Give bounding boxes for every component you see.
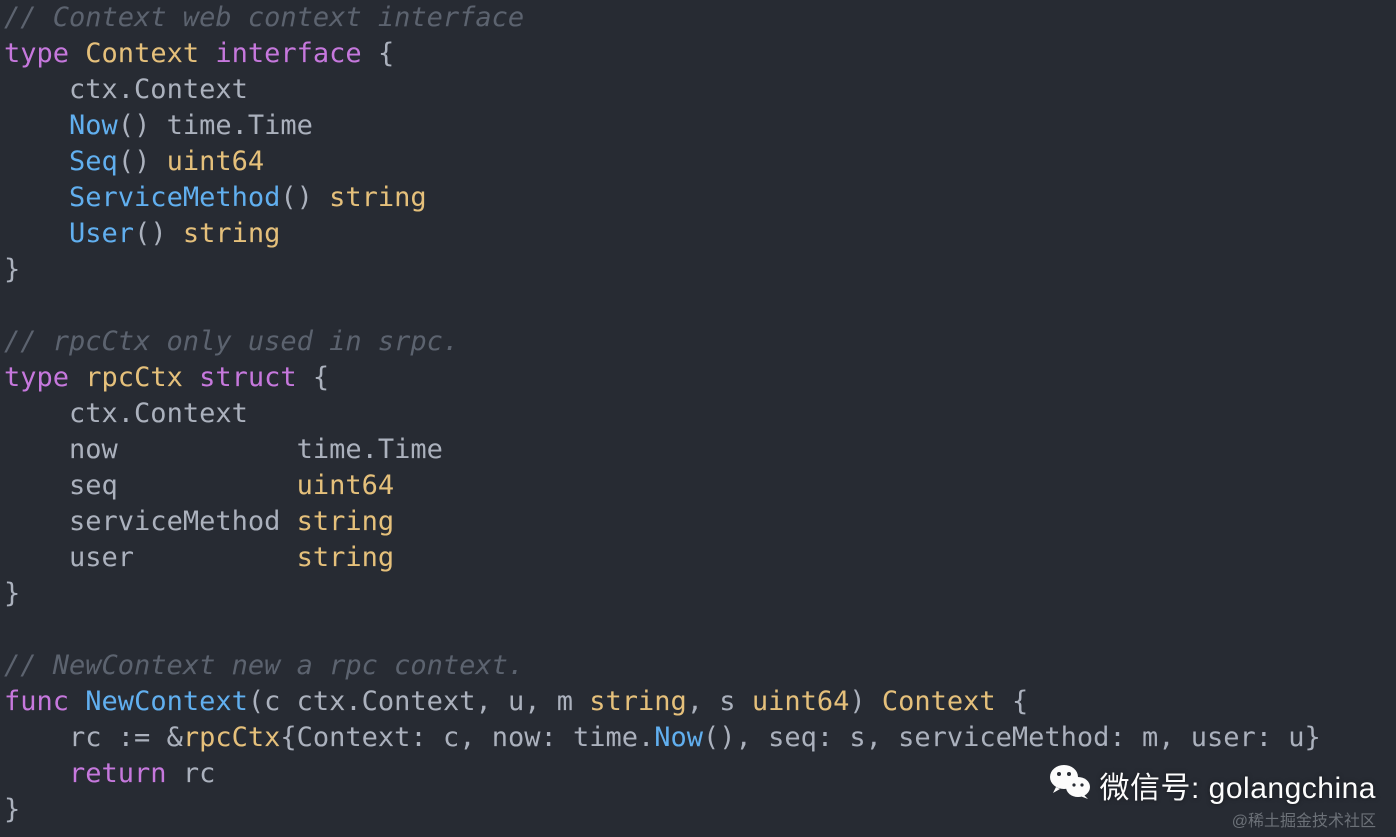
code-block: // Context web context interface type Co… [0,0,1396,828]
code-pad [118,470,297,501]
code-pad [280,506,296,537]
code-comment: // NewContext new a rpc context. [4,650,524,681]
code-brace: } [4,254,20,285]
code-parens: () [118,146,151,177]
code-method: Now [69,110,118,141]
code-indent [4,110,69,141]
code-identifier: rpcCtx [85,362,183,393]
code-brace: { [1012,686,1028,717]
code-brace: } [4,794,20,825]
code-pad [118,434,297,465]
code-indent [4,542,69,573]
code-var: rc [69,722,102,753]
code-keyword: struct [199,362,297,393]
code-type: string [329,182,427,213]
code-sig: , u, m [475,686,589,717]
code-sig: ) [849,686,882,717]
code-type: string [297,506,395,537]
code-keyword: type [4,362,69,393]
code-func-name: NewContext [85,686,248,717]
code-parens: () [118,110,151,141]
code-parens: () [134,218,167,249]
code-indent [4,146,69,177]
code-keyword: return [69,758,167,789]
code-comment: // rpcCtx only used in srpc. [4,326,459,357]
code-keyword: type [4,38,69,69]
code-indent [4,470,69,501]
code-field: now [69,434,118,465]
code-type: time.Time [297,434,443,465]
code-method: User [69,218,134,249]
code-field: serviceMethod [69,506,280,537]
code-sig: (c [248,686,297,717]
code-sig: , s [687,686,752,717]
code-type: uint64 [752,686,850,717]
code-keyword: interface [215,38,361,69]
code-indent [4,74,69,105]
code-field: seq [69,470,118,501]
code-type: time.Time [167,110,313,141]
code-type: uint64 [297,470,395,501]
code-field: user [69,542,134,573]
code-method: ServiceMethod [69,182,280,213]
code-brace: { [378,38,394,69]
code-indent [4,722,69,753]
code-call: Now [654,722,703,753]
code-return-type: Context [882,686,996,717]
code-identifier: rpcCtx [183,722,281,753]
code-op: := [102,722,167,753]
code-type: string [183,218,281,249]
code-method: Seq [69,146,118,177]
code-op: & [167,722,183,753]
juejin-watermark: @稀土掘金技术社区 [1232,807,1376,831]
wechat-label: 微信号: golangchina [1100,763,1376,807]
code-brace: } [4,578,20,609]
code-pad [134,542,297,573]
code-brace: { [313,362,329,393]
code-indent [4,434,69,465]
code-parens: () [280,182,313,213]
code-keyword: func [4,686,69,717]
code-indent [4,218,69,249]
code-struct-lit: {Context: c, now: time. [280,722,654,753]
code-type: string [589,686,687,717]
code-type: string [297,542,395,573]
code-struct-lit: (), seq: s, serviceMethod: m, user: u} [703,722,1321,753]
code-indent [4,398,69,429]
code-type: uint64 [167,146,265,177]
code-comment: // Context web context interface [4,2,524,33]
code-type: ctx.Context [297,686,476,717]
code-indent [4,182,69,213]
wechat-watermark: 微信号: golangchina [1050,763,1376,807]
wechat-icon [1050,763,1090,807]
code-field: ctx.Context [69,398,248,429]
code-indent [4,758,69,789]
code-var: rc [183,758,216,789]
code-indent [4,506,69,537]
code-identifier: Context [85,38,199,69]
code-field: ctx.Context [69,74,248,105]
